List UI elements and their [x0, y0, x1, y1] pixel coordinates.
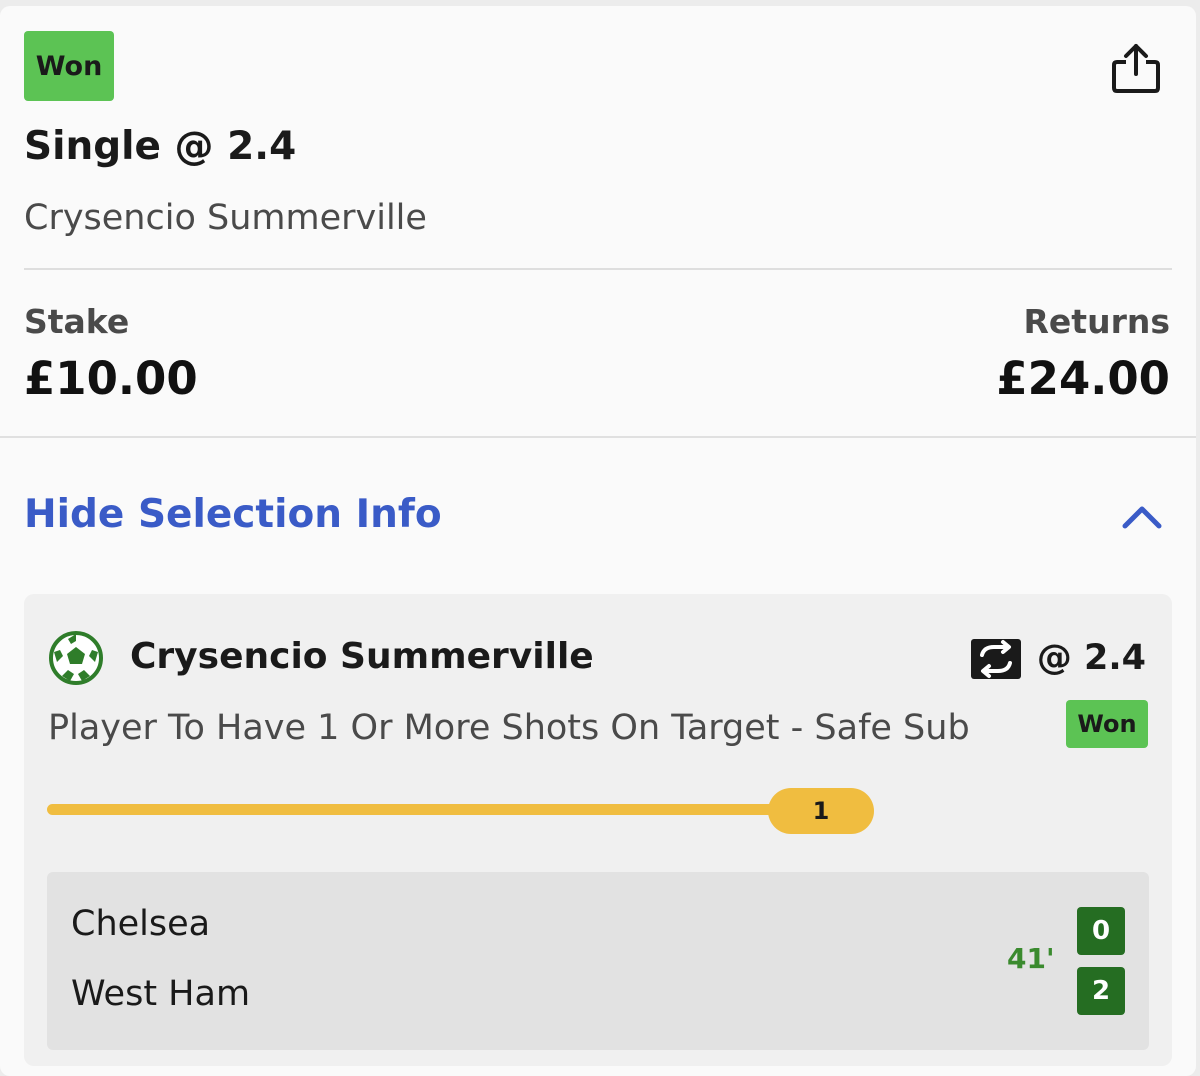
match-scoreboard: Chelsea West Ham 41' 0 2 — [47, 872, 1149, 1050]
share-icon[interactable] — [1108, 40, 1164, 96]
selection-name: Crysencio Summerville — [130, 636, 594, 677]
hide-selection-info-link[interactable]: Hide Selection Info — [24, 492, 442, 537]
bet-card: Won Single @ 2.4 Crysencio Summerville S… — [0, 6, 1196, 1076]
away-team-name: West Ham — [71, 974, 251, 1014]
selection-info-toggle[interactable]: Hide Selection Info — [0, 476, 1196, 556]
stake-label: Stake — [24, 302, 130, 341]
football-icon — [49, 631, 103, 685]
match-time: 41' — [1007, 942, 1055, 975]
bet-subtitle: Crysencio Summerville — [24, 198, 427, 238]
market-description: Player To Have 1 Or More Shots On Target… — [48, 708, 970, 748]
divider — [24, 268, 1172, 270]
selection-status-badge: Won — [1066, 700, 1148, 748]
home-team-name: Chelsea — [71, 904, 211, 944]
progress-value-pill: 1 — [768, 788, 874, 834]
chevron-up-icon[interactable] — [1120, 502, 1164, 532]
stake-value: £10.00 — [24, 352, 198, 405]
home-score: 0 — [1077, 907, 1125, 955]
returns-value: £24.00 — [996, 352, 1170, 405]
selection-odds: @ 2.4 — [1036, 638, 1146, 678]
bet-header: Won Single @ 2.4 Crysencio Summerville S… — [0, 6, 1196, 438]
away-score: 2 — [1077, 967, 1125, 1015]
swap-icon[interactable] — [970, 638, 1022, 680]
selection-card: Crysencio Summerville @ 2.4 Player To Ha… — [24, 594, 1172, 1066]
status-badge: Won — [24, 31, 114, 101]
progress-bar — [47, 804, 777, 815]
returns-label: Returns — [1023, 302, 1170, 341]
bet-title: Single @ 2.4 — [24, 124, 297, 169]
